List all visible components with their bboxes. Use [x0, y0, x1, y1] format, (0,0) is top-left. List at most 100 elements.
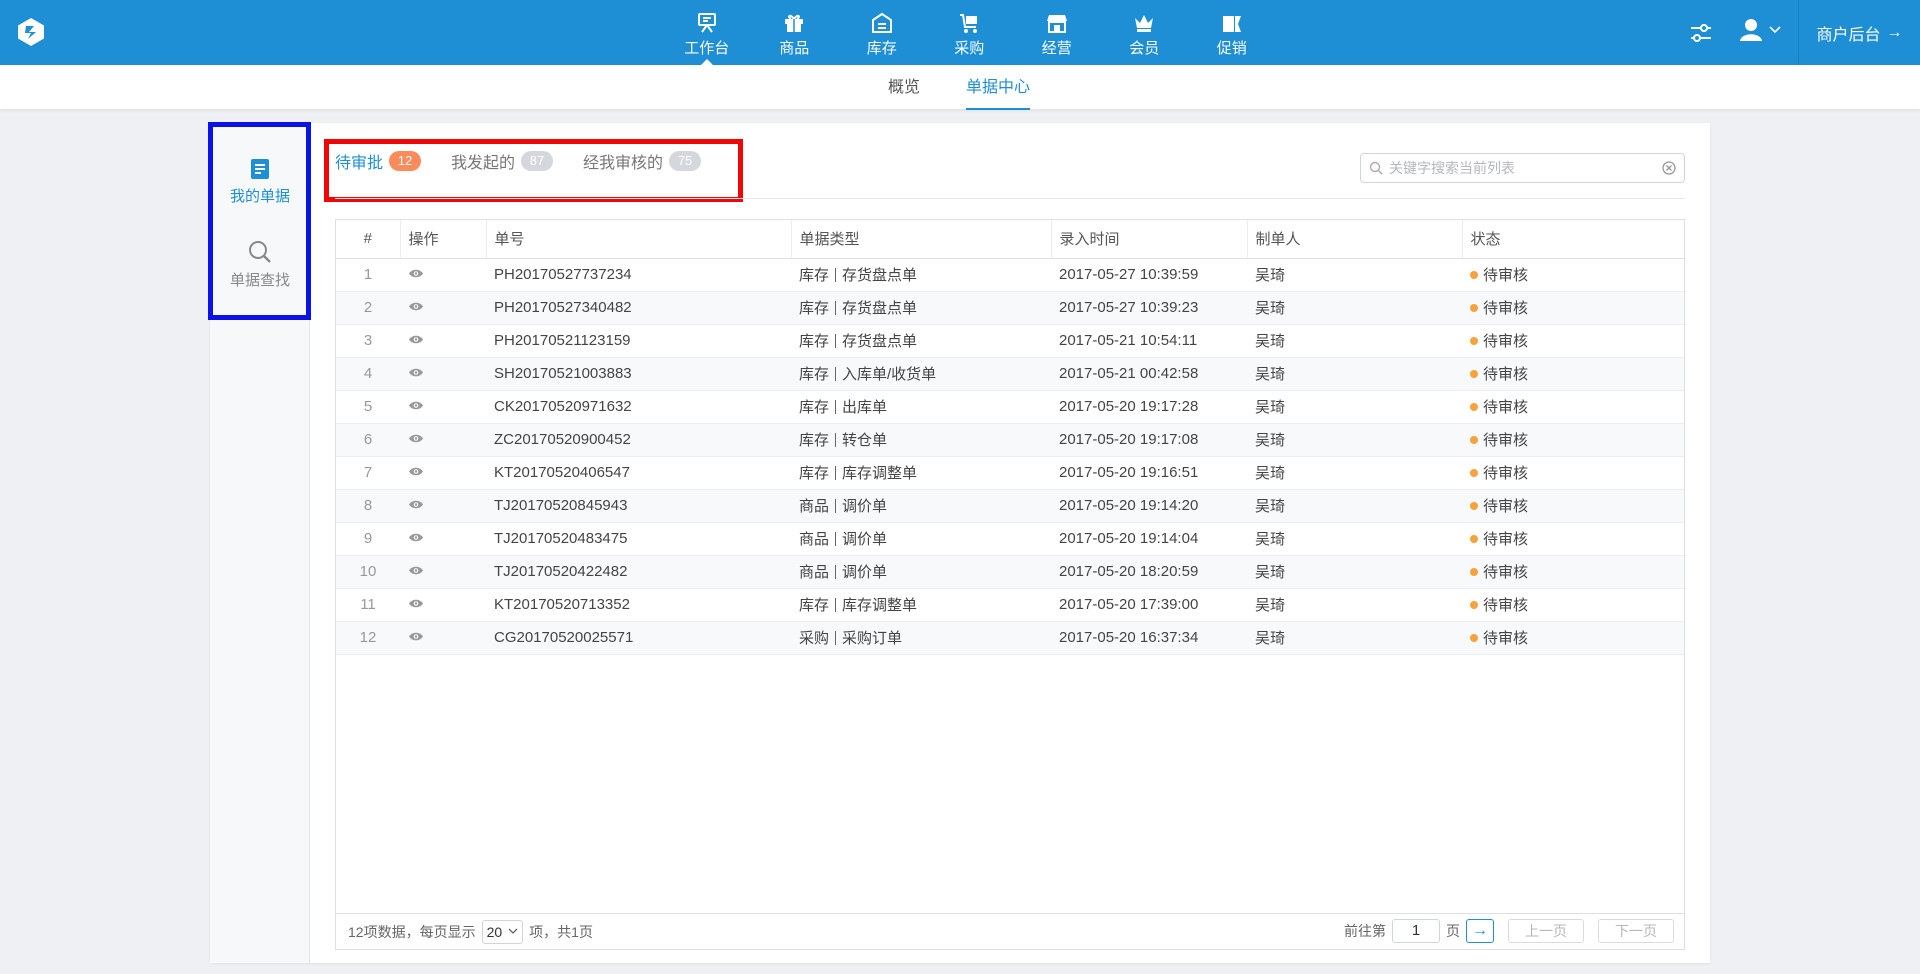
doc-type-cell: 采购 采购订单	[791, 621, 1051, 655]
count-badge: 87	[521, 150, 554, 171]
merchant-backend-link[interactable]: 商户后台 →	[1798, 0, 1920, 65]
clear-icon[interactable]	[1662, 161, 1676, 175]
view-eye-icon[interactable]	[408, 398, 424, 415]
tab-initiated-by-me[interactable]: 我发起的 87	[451, 149, 554, 173]
subnav-item-document-center[interactable]: 单据中心	[966, 65, 1031, 110]
doc-type: 入库单/收货单	[842, 366, 937, 383]
doc-category: 库存	[799, 267, 830, 284]
app-logo-icon[interactable]	[16, 17, 46, 47]
table-row[interactable]: 7 KT20170520406547 库存 库存调整单 2017-05-20 19:16…	[336, 456, 1684, 490]
tab-pending-approval[interactable]: 待审批 12	[335, 149, 422, 173]
view-eye-icon[interactable]	[408, 464, 424, 481]
list-search-box	[1360, 153, 1685, 183]
page-unit-label: 页	[1446, 923, 1460, 939]
next-page-button[interactable]: 下一页	[1598, 919, 1674, 943]
status-dot-icon	[1470, 370, 1478, 378]
creator: 吴琦	[1247, 258, 1462, 292]
page-number-input[interactable]: 1	[1392, 919, 1440, 943]
search-input[interactable]	[1389, 160, 1662, 176]
doc-number: SH20170521003883	[486, 357, 791, 391]
status-cell: 待审核	[1462, 291, 1684, 325]
table-row[interactable]: 3 PH20170521123159 库存 存货盘点单 2017-05-21 10:54…	[336, 324, 1684, 358]
divider	[835, 598, 837, 612]
column-header-status[interactable]: 状态	[1462, 220, 1684, 259]
divider	[835, 334, 837, 348]
go-page-button[interactable]: →	[1466, 919, 1494, 943]
creator: 吴琦	[1247, 522, 1462, 556]
table-row[interactable]: 2 PH20170527340482 库存 存货盘点单 2017-05-27 10:39…	[336, 291, 1684, 325]
row-action-cell	[400, 522, 486, 556]
divider	[835, 499, 837, 513]
entry-time: 2017-05-21 00:42:58	[1051, 357, 1247, 391]
chevron-down-icon	[508, 928, 518, 934]
column-header-doc-number[interactable]: 单号	[486, 220, 792, 259]
nav-item-purchase[interactable]: 采购	[926, 0, 1014, 65]
nav-item-label: 工作台	[684, 40, 730, 57]
table-row[interactable]: 8 TJ20170520845943 商品 调价单 2017-05-20 19:14:2…	[336, 489, 1684, 523]
document-table: # 操作 单号 单据类型 录入时间 制单人 状态 1 PH201705277372…	[335, 219, 1685, 950]
nav-item-goods[interactable]: 商品	[751, 0, 839, 65]
doc-type: 存货盘点单	[842, 300, 918, 317]
view-eye-icon[interactable]	[408, 563, 424, 580]
per-page-select[interactable]: 20	[481, 919, 524, 944]
doc-category: 库存	[799, 465, 830, 482]
table-row[interactable]: 6 ZC20170520900452 库存 转仓单 2017-05-20 19:17:0…	[336, 423, 1684, 457]
status-cell: 待审核	[1462, 423, 1684, 457]
tab-reviewed-by-me[interactable]: 经我审核的 75	[583, 149, 702, 173]
view-eye-icon[interactable]	[408, 266, 424, 283]
summary-suffix: 项，共1页	[529, 923, 593, 940]
doc-number: PH20170521123159	[486, 324, 791, 358]
status-badge: 待审核	[1483, 564, 1529, 581]
doc-type-cell: 库存 出库单	[791, 390, 1051, 424]
column-header-creator[interactable]: 制单人	[1247, 220, 1463, 259]
status-cell: 待审核	[1462, 456, 1684, 490]
prev-page-button[interactable]: 上一页	[1508, 919, 1584, 943]
user-menu[interactable]	[1740, 18, 1782, 42]
doc-category: 库存	[799, 399, 830, 416]
view-eye-icon[interactable]	[408, 497, 424, 514]
table-row[interactable]: 11 KT20170520713352 库存 库存调整单 2017-05-20 17:3…	[336, 588, 1684, 622]
nav-item-promotion[interactable]: 促销	[1188, 0, 1276, 65]
column-header-doc-type[interactable]: 单据类型	[791, 220, 1052, 259]
doc-type: 存货盘点单	[842, 333, 918, 350]
view-eye-icon[interactable]	[408, 629, 424, 646]
sliders-icon[interactable]	[1689, 21, 1713, 45]
count-badge: 12	[389, 150, 422, 171]
nav-item-label: 商品	[779, 40, 810, 57]
subnav-item-overview[interactable]: 概览	[888, 65, 920, 110]
table-row[interactable]: 10 TJ20170520422482 商品 调价单 2017-05-20 18:20:…	[336, 555, 1684, 589]
view-eye-icon[interactable]	[408, 332, 424, 349]
divider	[835, 631, 837, 645]
table-row[interactable]: 9 TJ20170520483475 商品 调价单 2017-05-20 19:14:0…	[336, 522, 1684, 556]
nav-item-inventory[interactable]: 库存	[838, 0, 926, 65]
table-row[interactable]: 4 SH20170521003883 库存 入库单/收货单 2017-05-21 00:…	[336, 357, 1684, 391]
nav-item-workbench[interactable]: 工作台	[663, 0, 751, 65]
view-eye-icon[interactable]	[408, 431, 424, 448]
nav-item-member[interactable]: 会员	[1101, 0, 1189, 65]
view-eye-icon[interactable]	[408, 365, 424, 382]
row-action-cell	[400, 621, 486, 655]
doc-type: 转仓单	[842, 432, 888, 449]
view-eye-icon[interactable]	[408, 596, 424, 613]
row-action-cell	[400, 489, 486, 523]
doc-category: 库存	[799, 300, 830, 317]
doc-type: 调价单	[842, 564, 888, 581]
workbench-icon	[697, 13, 716, 33]
view-eye-icon[interactable]	[408, 530, 424, 547]
doc-type-cell: 库存 转仓单	[791, 423, 1051, 457]
table-row[interactable]: 12 CG20170520025571 采购 采购订单 2017-05-20 16:37…	[336, 621, 1684, 655]
status-cell: 待审核	[1462, 390, 1684, 424]
user-icon	[1740, 19, 1762, 41]
status-dot-icon	[1470, 469, 1478, 477]
nav-item-operation[interactable]: 经营	[1013, 0, 1101, 65]
table-row[interactable]: 5 CK20170520971632 库存 出库单 2017-05-20 19:17:2…	[336, 390, 1684, 424]
row-action-cell	[400, 324, 486, 358]
doc-type: 调价单	[842, 498, 888, 515]
view-eye-icon[interactable]	[408, 299, 424, 316]
doc-type-cell: 库存 存货盘点单	[791, 324, 1051, 358]
column-header-entry-time[interactable]: 录入时间	[1051, 220, 1248, 259]
crown-icon	[1135, 15, 1154, 32]
search-icon	[1369, 161, 1383, 175]
status-dot-icon	[1470, 502, 1478, 510]
table-row[interactable]: 1 PH20170527737234 库存 存货盘点单 2017-05-27 10:39…	[336, 258, 1684, 292]
